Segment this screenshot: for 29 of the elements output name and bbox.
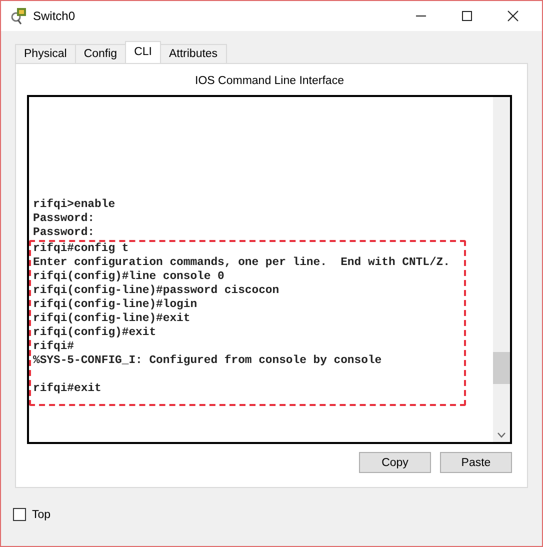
tab[interactable]: CLI bbox=[125, 41, 161, 63]
terminal-line: %SYS-5-CONFIG_I: Configured from console by console bbox=[33, 354, 383, 368]
scroll-down-icon[interactable] bbox=[497, 432, 506, 438]
terminal-line: rifqi(config-line)#exit bbox=[33, 312, 192, 326]
terminal-line: rifqi#exit bbox=[33, 382, 102, 396]
checkbox[interactable] bbox=[13, 508, 26, 521]
maximize-icon[interactable] bbox=[461, 10, 473, 22]
tab[interactable]: Attributes bbox=[160, 44, 227, 63]
action-button[interactable]: Paste bbox=[440, 452, 512, 473]
scrollbar[interactable] bbox=[493, 97, 510, 442]
terminal-line: Enter configuration commands, one per line. End with CNTL/Z. bbox=[33, 256, 450, 270]
terminal-line: Password: bbox=[33, 226, 96, 240]
terminal-line: rifqi(config-line)#password ciscocon bbox=[33, 284, 280, 298]
terminal-line: rifqi#config t bbox=[33, 242, 130, 256]
checkbox-label: Top bbox=[32, 508, 51, 520]
window-title: Switch0 bbox=[33, 9, 76, 23]
terminal-line: rifqi(config)#exit bbox=[33, 326, 158, 340]
close-icon[interactable] bbox=[507, 10, 519, 22]
switch-icon bbox=[10, 7, 28, 25]
scroll-thumb[interactable] bbox=[493, 352, 510, 384]
tab[interactable]: Physical bbox=[15, 44, 76, 63]
terminal-line: rifqi(config)#line console 0 bbox=[33, 270, 226, 284]
terminal-area[interactable] bbox=[27, 95, 512, 444]
terminal-line: rifqi(config-line)#login bbox=[33, 298, 198, 312]
terminal-line: rifqi>enable bbox=[33, 198, 116, 212]
panel-title: IOS Command Line Interface bbox=[194, 75, 345, 89]
terminal-line: Password: bbox=[33, 212, 96, 226]
terminal-line: rifqi# bbox=[33, 340, 76, 354]
action-button[interactable]: Copy bbox=[359, 452, 431, 473]
